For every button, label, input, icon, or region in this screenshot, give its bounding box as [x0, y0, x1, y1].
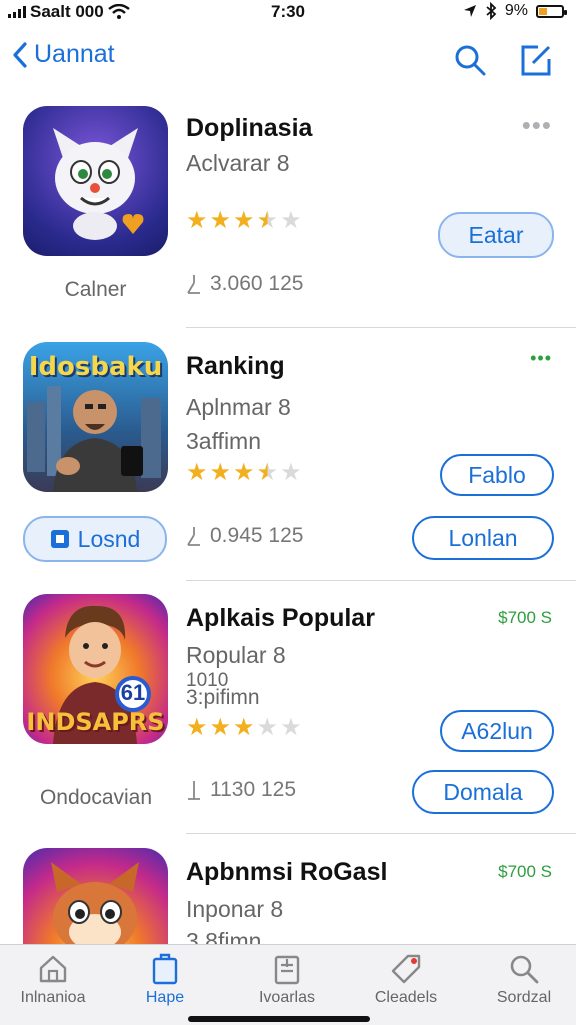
app-title: Ranking [186, 352, 285, 380]
home-icon [39, 955, 67, 983]
star-icon: ★ [186, 459, 208, 486]
more-options-icon[interactable]: ••• [530, 348, 552, 369]
tab-deals[interactable]: Cleadels [356, 953, 456, 1007]
rating-stars: ★ ★ ★ ★ ★ [186, 461, 302, 485]
get-button[interactable]: Fablo [440, 454, 554, 496]
star-icon: ★ [209, 207, 232, 234]
download-button[interactable]: Lonlan [412, 516, 554, 560]
star-icon: ★ [233, 459, 255, 486]
app-icon[interactable]: 61 INDSAPRS [23, 594, 168, 744]
fox-mascot-icon [51, 862, 139, 944]
app-row[interactable]: Apbnmsi RoGasl $700 S Inponar 8 3.8fimn [0, 848, 576, 944]
back-button[interactable]: Uannat [12, 40, 115, 69]
divider [186, 327, 576, 328]
tab-bar: Inlnanioa Hape Ivoarlas Cleadels Sordzal [0, 944, 576, 1025]
star-icon: ★ [256, 459, 279, 486]
download-count: 1130 125 [186, 778, 296, 802]
download-button[interactable]: Domala [412, 770, 554, 814]
star-icon: ★ [186, 714, 208, 741]
download-count: 3.060 125 [186, 272, 303, 296]
star-icon: ★ [209, 459, 232, 486]
app-icon[interactable]: Idosbaku [23, 342, 168, 492]
app-subtitle: Inponar 8 [186, 896, 284, 922]
star-icon: ★ [186, 207, 208, 234]
tag-icon [391, 954, 421, 984]
download-count: 0.945 125 [186, 524, 303, 548]
list-icon [274, 955, 300, 985]
star-icon: ★ [256, 714, 279, 741]
star-icon: ★ [280, 207, 302, 234]
home-indicator [188, 1016, 370, 1022]
get-button[interactable]: A62lun [440, 710, 554, 752]
person-icon [188, 781, 200, 800]
download-count-label: 3.060 125 [210, 272, 304, 295]
star-icon: ★ [280, 459, 302, 486]
app-subtitle-2: 3.8fimn [186, 928, 262, 944]
rating-stars: ★ ★ ★ ★ ★ [186, 209, 302, 233]
tab-label: Inlnanioa [20, 989, 86, 1006]
bluetooth-icon [486, 2, 497, 20]
app-title: Apbnmsi RoGasl [186, 858, 388, 886]
apps-icon [152, 953, 178, 985]
icon-badge-text: 61 [120, 680, 146, 705]
tab-apps[interactable]: Hape [115, 953, 215, 1007]
app-subtitle: Aclvarar 8 [186, 150, 290, 176]
tab-search[interactable]: Sordzal [474, 953, 574, 1007]
chevron-left-icon [13, 41, 27, 68]
app-price: $700 S [498, 608, 552, 627]
app-caption: Calner [64, 278, 127, 301]
app-subtitle: Ropular 8 [186, 642, 286, 668]
app-row[interactable]: 61 INDSAPRS Aplkais Popular $700 S Ropul… [0, 594, 576, 832]
person-icon [187, 527, 200, 546]
app-row[interactable]: Idosbaku Ranking ••• Aplnmar 8 3affimn ★… [0, 342, 576, 580]
app-title: Aplkais Popular [186, 604, 375, 632]
tab-label: Sordzal [496, 989, 552, 1006]
tab-updates[interactable]: Ivoarlas [237, 953, 337, 1007]
search-icon[interactable] [452, 42, 488, 78]
star-icon: ★ [209, 714, 232, 741]
action-button[interactable]: Eatar [438, 212, 554, 258]
app-icon[interactable] [23, 848, 168, 944]
nav-bar: Uannat [0, 36, 576, 86]
star-icon: ★ [256, 207, 279, 234]
tab-label: Hape [145, 989, 185, 1006]
status-bar: Saalt 000 7:30 9% [0, 0, 576, 28]
download-count-label: 0.945 125 [210, 524, 304, 547]
divider [186, 580, 576, 581]
square-icon [50, 530, 69, 548]
secondary-label: Losnd [77, 526, 141, 552]
star-icon: ★ [233, 714, 255, 741]
divider [186, 833, 576, 834]
battery-percent: 9% [504, 2, 528, 19]
star-icon: ★ [280, 714, 302, 741]
app-icon[interactable] [23, 106, 168, 256]
battery-icon [536, 4, 567, 18]
rating-stars: ★ ★ ★ ★ ★ [186, 716, 302, 740]
more-options-icon[interactable]: ••• [522, 110, 552, 141]
compose-icon[interactable] [518, 42, 554, 78]
app-subtitle: Aplnmar 8 [186, 394, 291, 420]
back-label: Uannat [34, 40, 115, 68]
app-title: Doplinasia [186, 114, 313, 142]
app-caption: Ondocavian [39, 786, 153, 809]
cat-mascot-icon [53, 128, 144, 240]
tab-today[interactable]: Inlnanioa [3, 953, 103, 1007]
app-row[interactable]: Doplinasia ••• Aclvarar 8 ★ ★ ★ ★ ★ Eatar Ca… [0, 106, 576, 328]
star-icon: ★ [233, 207, 255, 234]
location-icon [463, 5, 476, 17]
app-subtitle-2: 3affimn [186, 428, 262, 454]
download-count-label: 1130 125 [210, 778, 297, 801]
icon-banner-text: Idosbaku [28, 352, 163, 382]
secondary-button[interactable]: Losnd [23, 516, 167, 562]
tab-label: Ivoarlas [258, 989, 316, 1006]
app-subtitle-3: 3:pifimn [186, 686, 260, 709]
icon-banner-text: INDSAPRS [26, 708, 165, 736]
app-price: $700 S [498, 862, 552, 881]
search-icon [510, 955, 539, 984]
tab-label: Cleadels [374, 989, 438, 1006]
person-icon [187, 275, 200, 294]
